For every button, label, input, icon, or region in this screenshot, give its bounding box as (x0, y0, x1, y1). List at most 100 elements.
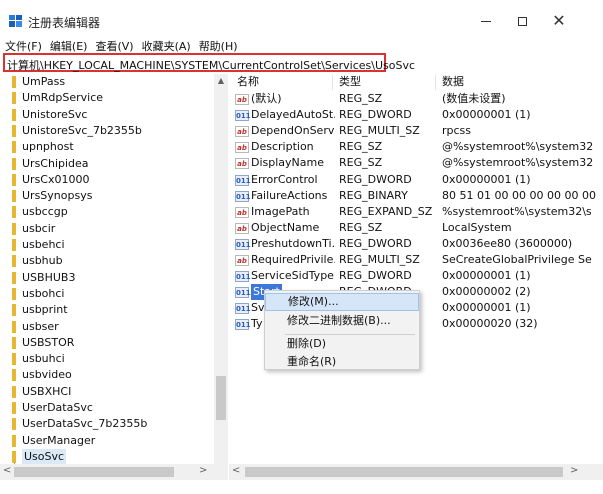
close-button[interactable]: ✕ (539, 8, 579, 34)
folder-icon (12, 271, 16, 284)
maximize-icon (517, 16, 527, 26)
menu-view[interactable]: 查看(V) (90, 40, 136, 54)
regedit-app-icon (9, 15, 22, 27)
tree-item[interactable]: USBHUB3 (0, 270, 214, 286)
tree-item-label: UrsChipidea (22, 156, 89, 170)
value-data: rpcss (442, 124, 472, 138)
context-modify-binary[interactable]: 修改二进制数据(B)... (265, 312, 419, 330)
context-rename[interactable]: 重命名(R) (265, 353, 419, 371)
value-type: REG_SZ (339, 92, 383, 105)
tree-item[interactable]: usbprint (0, 302, 214, 318)
tree-item[interactable]: upnphost (0, 139, 214, 155)
key-tree: UmPass UmRdpService UnistoreSvc UnistoreSvc… (0, 74, 228, 480)
tree-horizontal-scrollbar[interactable]: < > (0, 464, 228, 480)
tree-item-label: UrsCx01000 (22, 172, 90, 186)
menu-help[interactable]: 帮助(H) (194, 40, 241, 54)
scroll-right-icon[interactable]: > (570, 465, 578, 476)
folder-icon (12, 304, 16, 317)
tree-item[interactable]: USBXHCI (0, 384, 214, 400)
tree-item-label: usbhub (22, 254, 63, 268)
tree-item-label: usbser (22, 319, 59, 333)
column-type-header[interactable]: 类型 (339, 74, 361, 90)
address-path[interactable]: 计算机\HKEY_LOCAL_MACHINE\SYSTEM\CurrentCon… (7, 57, 415, 73)
scroll-up-icon[interactable]: ▲ (214, 74, 228, 88)
tree-item-label: UserDataSvc_7b2355b (22, 417, 148, 431)
tree-item[interactable]: UnistoreSvc (0, 107, 214, 123)
tree-item[interactable]: UrsChipidea (0, 156, 214, 172)
scroll-left-icon[interactable]: < (3, 465, 11, 476)
maximize-button[interactable] (502, 8, 542, 34)
value-data: @%systemroot%\system32 (442, 140, 594, 154)
minimize-button[interactable] (466, 8, 506, 34)
folder-icon (12, 418, 16, 431)
tree-item[interactable]: UrsCx01000 (0, 172, 214, 188)
folder-icon (12, 369, 16, 382)
values-hscroll-thumb[interactable] (245, 467, 563, 477)
context-modify[interactable]: 修改(M)... (265, 293, 419, 311)
value-name: ImagePath (251, 204, 310, 218)
tree-item[interactable]: UrsSynopsys (0, 188, 214, 204)
value-row[interactable]: ab ObjectName REG_SZ LocalSystem (229, 220, 603, 236)
value-row[interactable]: 011 PreshutdownTi... REG_DWORD 0x0036ee80 (… (229, 236, 603, 252)
tree-item[interactable]: usbuhci (0, 351, 214, 367)
title-bar: 注册表编辑器 ✕ (0, 0, 603, 40)
tree-item[interactable]: UserManager (0, 433, 214, 449)
tree-item[interactable]: usbcir (0, 221, 214, 237)
tree-item[interactable]: usbohci (0, 286, 214, 302)
tree-item[interactable]: usbccgp (0, 204, 214, 220)
context-delete[interactable]: 删除(D) (265, 335, 419, 353)
tree-item[interactable]: UserDataSvc (0, 400, 214, 416)
tree-item-label: UrsSynopsys (22, 189, 93, 203)
value-row[interactable]: 011 ServiceSidType REG_DWORD 0x00000001 (1) (229, 268, 603, 284)
value-row[interactable]: 011 ErrorControl REG_DWORD 0x00000001 (1) (229, 172, 603, 188)
column-data-header[interactable]: 数据 (442, 74, 464, 90)
tree-item[interactable]: UserDataSvc_7b2355b (0, 416, 214, 432)
value-row[interactable]: ab (默认) REG_SZ (数值未设置) (229, 91, 603, 107)
value-row[interactable]: ab DisplayName REG_SZ @%systemroot%\system3… (229, 155, 603, 171)
menu-edit[interactable]: 编辑(E) (45, 40, 91, 54)
value-type: REG_MULTI_SZ (339, 124, 420, 138)
tree-item[interactable]: UnistoreSvc_7b2355b (0, 123, 214, 139)
tree-item[interactable]: usbvideo (0, 367, 214, 383)
tree-item[interactable]: usbhub (0, 253, 214, 269)
scroll-right-icon[interactable]: > (199, 465, 207, 476)
tree-hscroll-thumb[interactable] (14, 467, 174, 477)
scroll-left-icon[interactable]: < (232, 465, 240, 476)
folder-icon (12, 385, 16, 398)
value-type: REG_SZ (339, 220, 383, 234)
folder-icon (12, 239, 16, 251)
value-name: (默认) (251, 92, 282, 105)
tree-item[interactable]: UmRdpService (0, 90, 214, 106)
tree-item[interactable]: usbehci (0, 237, 214, 253)
tree-item[interactable]: usbser (0, 319, 214, 335)
value-row[interactable]: 011 FailureActions REG_BINARY 80 51 01 00 0… (229, 188, 603, 204)
column-name-header[interactable]: 名称 (237, 74, 259, 90)
value-name: ObjectName (251, 220, 320, 234)
folder-icon (12, 450, 16, 463)
tree-item[interactable]: USBSTOR (0, 335, 214, 351)
value-row[interactable]: ab ImagePath REG_EXPAND_SZ %systemroot%\sys… (229, 204, 603, 220)
tree-item-label: usbohci (22, 286, 65, 300)
menu-file[interactable]: 文件(F) (0, 40, 45, 54)
value-name: Description (251, 140, 314, 154)
context-menu: 修改(M)... 修改二进制数据(B)... 删除(D) 重命名(R) (264, 290, 420, 370)
address-bar[interactable]: 计算机\HKEY_LOCAL_MACHINE\SYSTEM\CurrentCon… (3, 53, 415, 72)
tree-vertical-scrollbar[interactable]: ▲ (214, 74, 228, 464)
tree-scroll-thumb[interactable] (216, 376, 226, 420)
folder-icon (12, 320, 16, 333)
tree-item-label: USBHUB3 (22, 270, 76, 284)
value-row[interactable]: abDependOnServi... REG_MULTI_SZ rpcss (229, 123, 603, 139)
value-row[interactable]: ab Description REG_SZ @%systemroot%\system3… (229, 139, 603, 155)
values-horizontal-scrollbar[interactable]: < > (229, 464, 603, 480)
folder-icon (12, 141, 16, 154)
value-row[interactable]: ab RequiredPrivile... REG_MULTI_SZ SeCreate… (229, 252, 603, 268)
tree-item-label: usbehci (22, 238, 65, 251)
tree-item[interactable]: UsoSvc (0, 448, 214, 465)
value-row[interactable]: 011 DelayedAutoSt... REG_DWORD 0x00000001 (… (229, 107, 603, 123)
menu-favorites[interactable]: 收藏夹(A) (137, 40, 194, 54)
binary-value-icon: 011 (235, 110, 251, 122)
tree-item[interactable]: UmPass (0, 74, 214, 90)
tree-item-label: UserDataSvc (22, 401, 93, 414)
value-data: 0x00000001 (1) (442, 108, 531, 122)
folder-icon (12, 92, 16, 105)
